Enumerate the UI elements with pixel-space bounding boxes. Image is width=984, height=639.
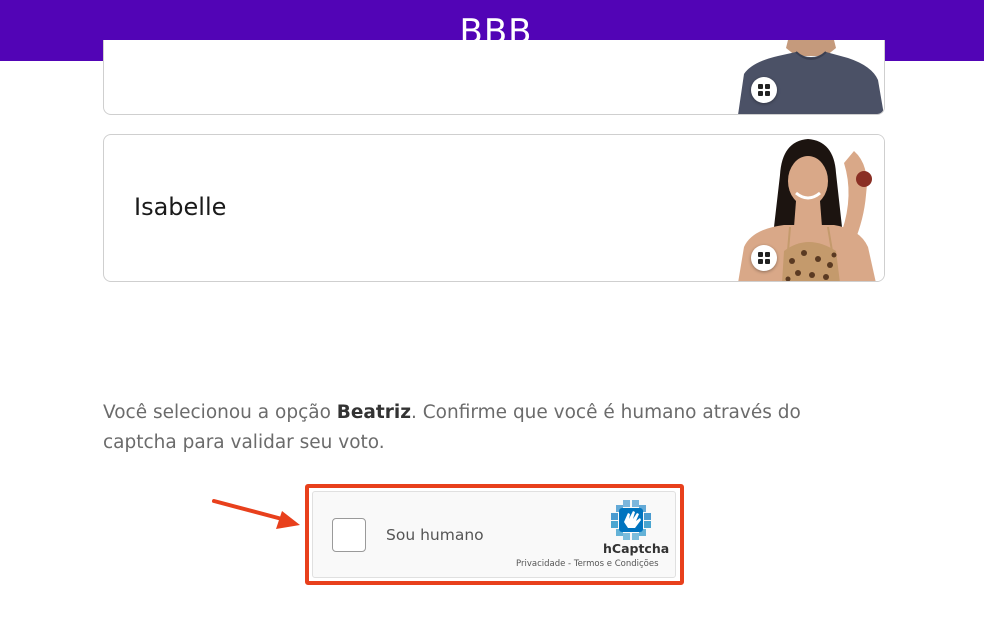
candidate-name: Isabelle <box>134 193 227 221</box>
links-separator: - <box>565 559 574 569</box>
photo-zoom-button[interactable] <box>751 77 777 103</box>
photo-zoom-button[interactable] <box>751 245 777 271</box>
privacy-link[interactable]: Privacidade <box>516 559 565 569</box>
zoom-grid-icon <box>758 84 770 96</box>
prompt-text-before: Você selecionou a opção <box>103 402 337 423</box>
candidate-card[interactable] <box>103 40 885 115</box>
selection-confirmation-text: Você selecionou a opção Beatriz. Confirm… <box>103 398 863 458</box>
hcaptcha-widget: Sou humano hCaptcha Privacidade - Termos… <box>312 491 676 578</box>
hcaptcha-footer-links: Privacidade - Termos e Condições <box>516 559 659 569</box>
selected-candidate-name: Beatriz <box>336 402 411 423</box>
candidate-card-isabelle[interactable]: Isabelle <box>103 134 885 282</box>
annotation-arrow <box>212 499 300 529</box>
zoom-grid-icon <box>758 252 770 264</box>
human-checkbox-label[interactable]: Sou humano <box>386 526 484 544</box>
terms-link[interactable]: Termos e Condições <box>574 559 659 569</box>
hcaptcha-logo-icon <box>611 500 651 540</box>
human-checkbox[interactable] <box>332 518 366 552</box>
hcaptcha-brand-label: hCaptcha <box>603 541 670 556</box>
